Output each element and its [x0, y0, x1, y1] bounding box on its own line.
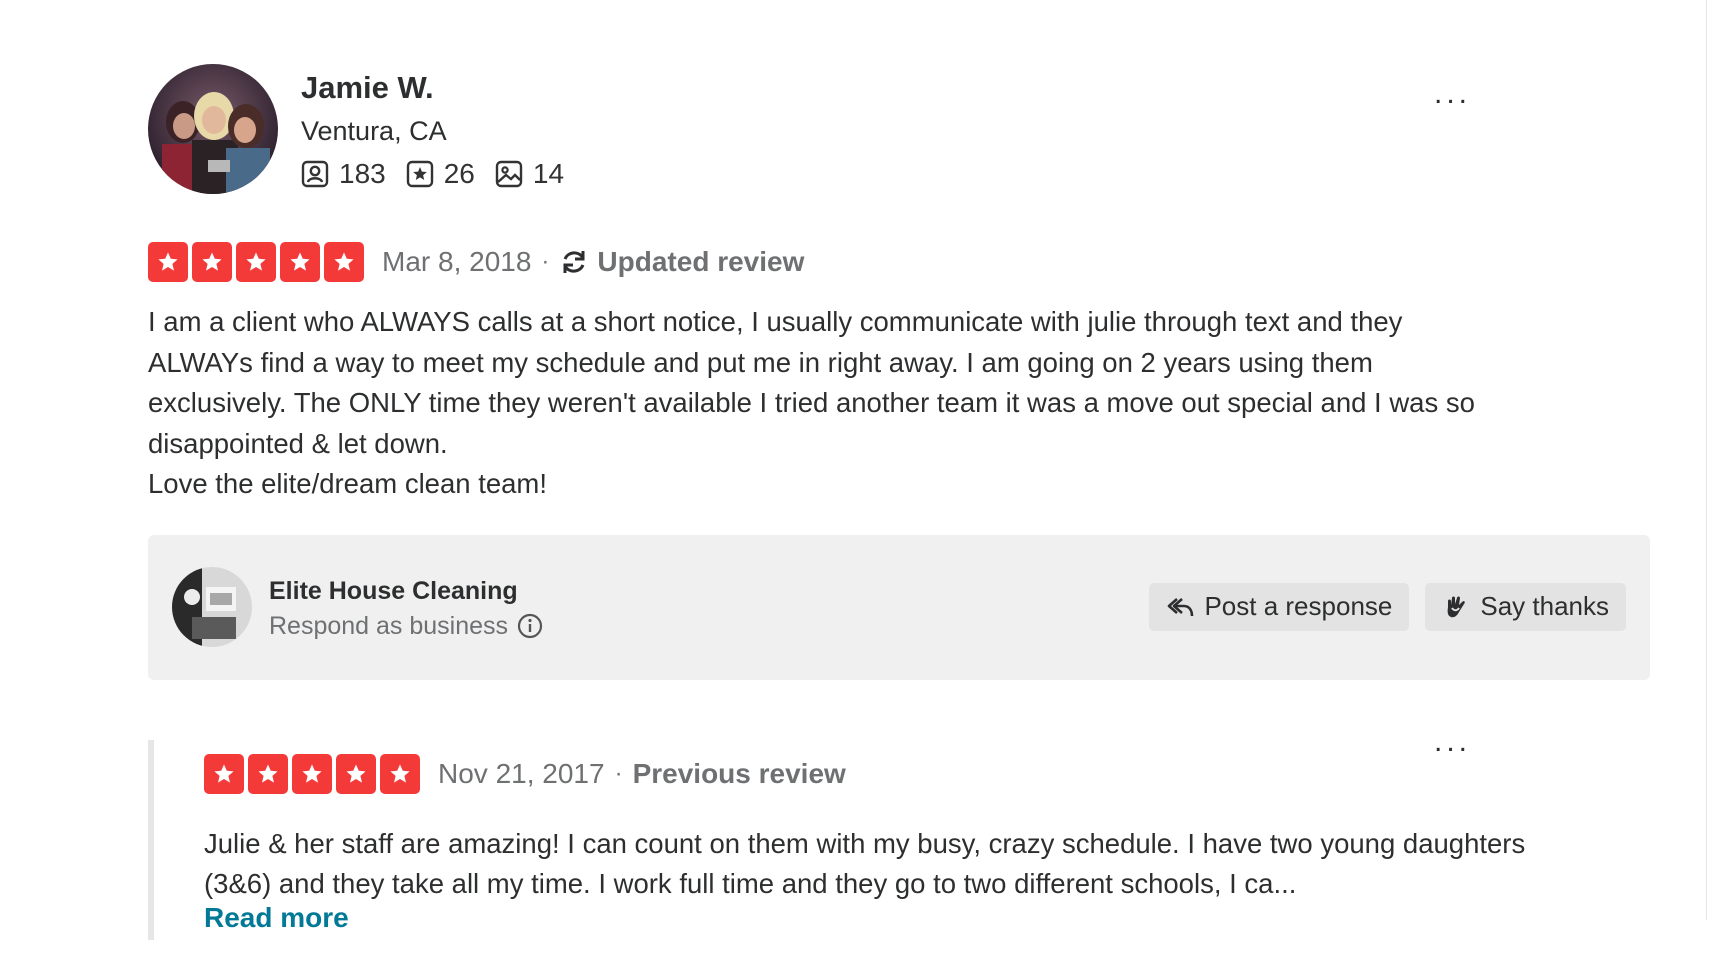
separator-dot: · — [541, 248, 550, 275]
star-icon — [236, 242, 276, 282]
reply-icon — [1168, 597, 1194, 616]
friends-count: 183 — [339, 158, 386, 189]
read-more-link[interactable]: Read more — [204, 902, 349, 934]
photos-stat: 14 — [495, 158, 564, 190]
previous-review-body: Julie & her staff are amazing! I can cou… — [204, 828, 1526, 899]
star-icon — [280, 242, 320, 282]
star-icon — [192, 242, 232, 282]
friends-stat: 183 — [301, 158, 386, 190]
business-owner-panel: Elite House Cleaning Respond as business… — [148, 534, 1650, 680]
updated-review-text: Updated review — [597, 246, 805, 277]
post-response-button[interactable]: Post a response — [1149, 582, 1410, 631]
business-name[interactable]: Elite House Cleaning — [269, 574, 544, 608]
post-response-label: Post a response — [1204, 591, 1393, 621]
star-icon — [380, 754, 420, 794]
reviews-count: 26 — [443, 158, 475, 189]
user-name[interactable]: Jamie W. — [301, 68, 584, 108]
previous-review: Nov 21, 2017 · Previous review Julie & h… — [148, 727, 1648, 940]
previous-review-content: Nov 21, 2017 · Previous review Julie & h… — [204, 754, 1604, 904]
respond-as-business-label: Respond as business — [269, 611, 509, 640]
user-avatar[interactable] — [148, 64, 278, 194]
review-rating-row: Mar 8, 2018 · Updated review — [148, 242, 1648, 282]
user-stats: 183 26 14 — [301, 158, 584, 190]
user-passport: Jamie W. Ventura, CA 183 26 14 — [148, 64, 1648, 194]
photos-count: 14 — [532, 158, 565, 189]
review-date: Mar 8, 2018 — [382, 246, 532, 277]
star-icon — [336, 754, 376, 794]
refresh-icon — [563, 251, 585, 273]
business-info: Elite House Cleaning Respond as business — [269, 574, 544, 641]
more-options-icon[interactable]: ... — [1434, 727, 1471, 757]
previous-review-date: Nov 21, 2017 — [438, 758, 605, 789]
previous-review-bar — [148, 740, 154, 940]
page-divider — [1706, 0, 1707, 920]
star-rating — [204, 754, 424, 794]
previous-review-label: Previous review — [632, 758, 846, 789]
say-thanks-label: Say thanks — [1480, 591, 1609, 621]
owner-actions: Post a response Say thanks — [1133, 582, 1626, 631]
thanks-icon — [1447, 596, 1466, 617]
star-icon — [204, 754, 244, 794]
star-icon — [248, 754, 288, 794]
user-info: Jamie W. Ventura, CA 183 26 14 — [301, 68, 584, 190]
say-thanks-button[interactable]: Say thanks — [1425, 582, 1626, 631]
updated-review-label: Updated review — [559, 246, 804, 278]
business-avatar[interactable] — [172, 567, 252, 647]
business-subtitle: Respond as business — [269, 612, 544, 641]
star-icon — [292, 754, 332, 794]
info-icon[interactable] — [516, 612, 544, 640]
friends-icon — [301, 160, 329, 188]
reviews-stat: 26 — [406, 158, 475, 190]
star-rating — [148, 242, 368, 282]
review-star-icon — [406, 160, 433, 188]
separator-dot: · — [614, 760, 623, 787]
previous-rating-row: Nov 21, 2017 · Previous review — [204, 754, 1604, 794]
user-location: Ventura, CA — [301, 116, 447, 146]
more-options-icon[interactable]: ... — [1434, 79, 1471, 109]
photo-icon — [495, 160, 523, 188]
star-icon — [148, 242, 188, 282]
star-icon — [324, 242, 364, 282]
review-body: I am a client who ALWAYS calls at a shor… — [148, 306, 1475, 499]
review-card: Jamie W. Ventura, CA 183 26 14 ... Mar 8… — [148, 64, 1650, 680]
